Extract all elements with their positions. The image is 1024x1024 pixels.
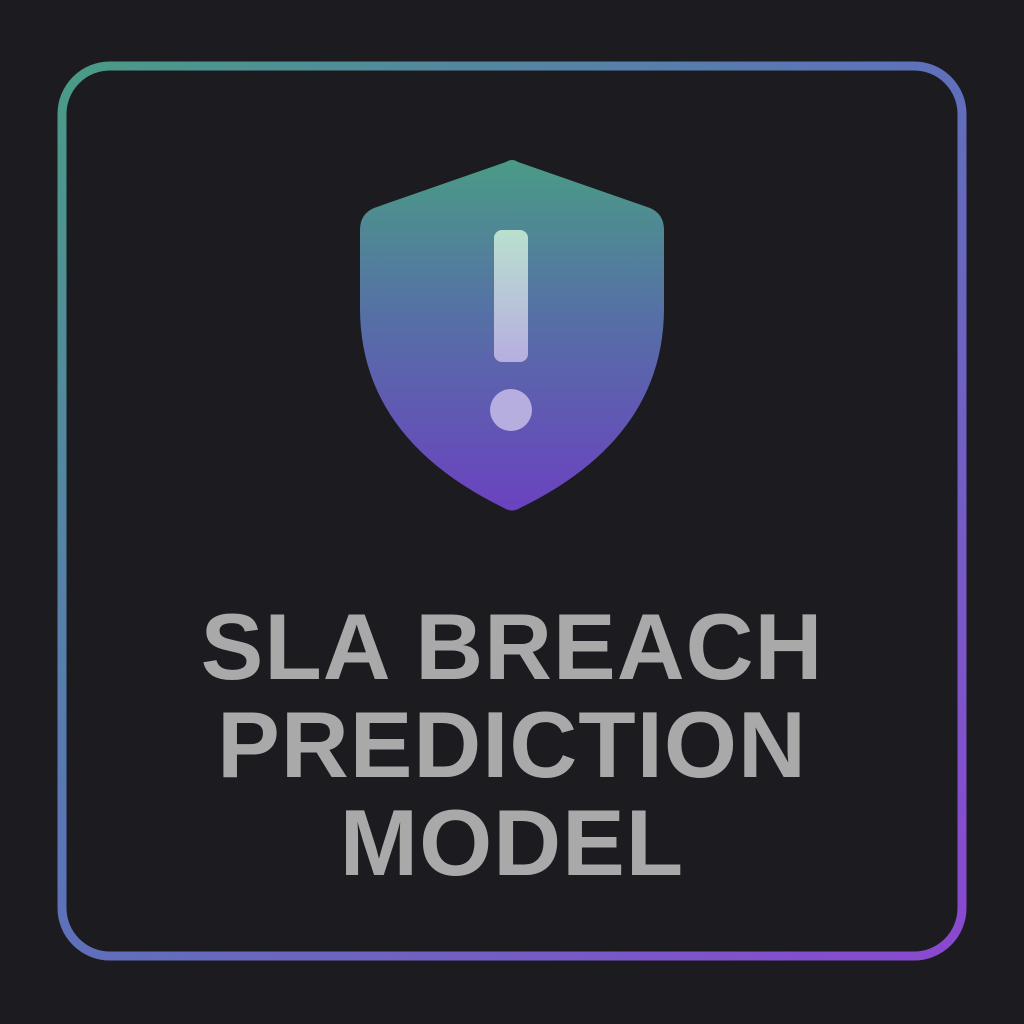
title-line-1: SLA BREACH [200,594,824,699]
shield-warning-icon [360,160,664,511]
exclamation-bar [494,230,528,362]
exclamation-dot [490,389,532,431]
title-line-2: PREDICTION [217,692,807,797]
title-line-3: MODEL [339,790,685,895]
title: SLA BREACH PREDICTION MODEL [0,598,1024,892]
card-canvas: SLA BREACH PREDICTION MODEL [0,0,1024,1024]
